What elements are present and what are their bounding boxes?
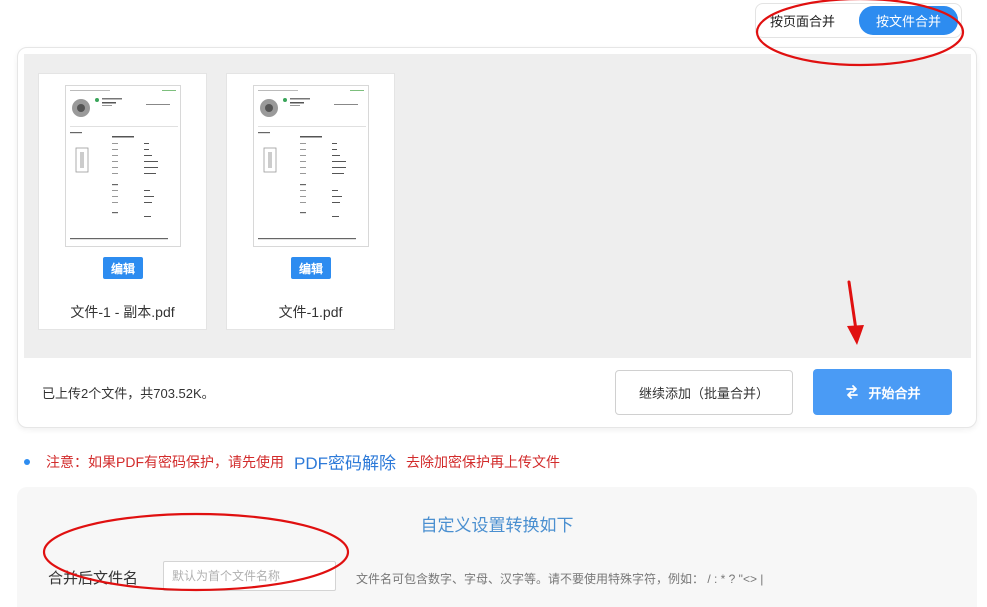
- pdf-thumbnail: [253, 85, 369, 247]
- password-notice: 注意：如果PDF有密码保护，请先使用 PDF密码解除 去除加密保护再上传文件: [24, 449, 560, 474]
- file-name: 文件-1.pdf: [278, 304, 343, 320]
- swap-arrows-icon: [846, 385, 859, 399]
- file-card[interactable]: 编辑 文件-1.pdf: [226, 73, 395, 330]
- add-more-button[interactable]: 继续添加（批量合并）: [615, 370, 793, 415]
- file-name: 文件-1 - 副本.pdf: [70, 304, 175, 320]
- upload-panel: 编辑 文件-1 - 副本.pdf 编辑 文件-1.pdf 已上传2个文件，共70…: [17, 47, 977, 428]
- merge-by-page-button[interactable]: 按页面合并: [770, 11, 859, 30]
- edit-button[interactable]: 编辑: [103, 257, 143, 279]
- pdf-unlock-link[interactable]: PDF密码解除: [294, 449, 396, 474]
- merge-mode-toggle: 按页面合并 按文件合并: [755, 3, 962, 38]
- settings-title: 自定义设置转换如下: [420, 516, 574, 535]
- settings-panel: 自定义设置转换如下 合并后文件名 文件名可包含数字、字母、汉字等。请不要使用特殊…: [17, 487, 977, 607]
- filename-label: 合并后文件名: [48, 570, 139, 587]
- edit-button[interactable]: 编辑: [291, 257, 331, 279]
- start-merge-button[interactable]: 开始合并: [813, 369, 952, 415]
- merge-by-file-button[interactable]: 按文件合并: [859, 6, 958, 35]
- start-merge-label: 开始合并: [868, 385, 921, 401]
- notice-prefix: 注意：如果PDF有密码保护，请先使用: [46, 453, 284, 470]
- pdf-thumbnail: [65, 85, 181, 247]
- file-card[interactable]: 编辑 文件-1 - 副本.pdf: [38, 73, 207, 330]
- filename-input[interactable]: [163, 561, 336, 591]
- filename-hint: 文件名可包含数字、字母、汉字等。请不要使用特殊字符，例如： / : * ? "<…: [356, 572, 764, 586]
- bullet-icon: [24, 458, 30, 465]
- file-list-area: 编辑 文件-1 - 副本.pdf 编辑 文件-1.pdf: [24, 54, 971, 358]
- upload-status: 已上传2个文件，共703.52K。: [42, 386, 215, 401]
- notice-suffix: 去除加密保护再上传文件: [406, 453, 560, 470]
